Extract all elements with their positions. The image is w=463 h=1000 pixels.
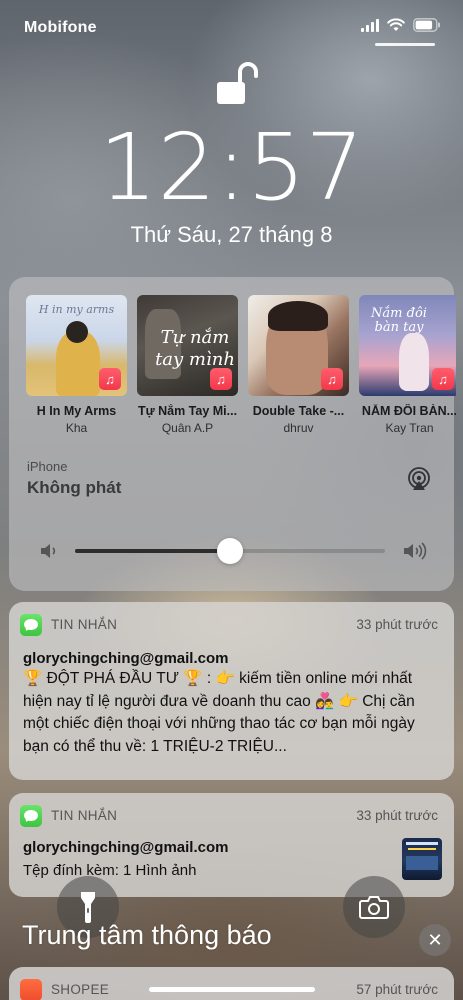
camera-button[interactable] [343, 876, 405, 938]
signal-icon [361, 18, 379, 32]
volume-slider-fill [75, 549, 230, 553]
notification-time: 33 phút trước [356, 617, 438, 632]
album-item[interactable]: ♫ Double Take -... dhruv [248, 295, 349, 435]
notification-header: TIN NHẮN 33 phút trước [20, 805, 438, 827]
messages-app-icon [20, 805, 42, 827]
apple-music-icon: ♫ [210, 368, 232, 390]
album-cover[interactable]: Tự nắm tay mình ♫ [137, 295, 238, 396]
battery-icon [413, 18, 440, 32]
lock-open-icon [217, 62, 258, 104]
album-title: Tự Nắm Tay Mi... [137, 404, 238, 418]
album-artist: dhruv [283, 421, 314, 435]
shopee-app-icon [20, 979, 42, 1000]
notification-app-name: TIN NHẮN [51, 808, 118, 823]
volume-slider[interactable] [75, 538, 385, 564]
lock-clock: 12:57 [98, 114, 365, 221]
wifi-icon [387, 18, 405, 31]
album-cover-text: H in my arms [38, 303, 115, 316]
notification-body: 🏆 ĐỘT PHÁ ĐẦU TƯ 🏆 : 👉 kiếm tiền online … [23, 670, 415, 755]
lock-date: Thứ Sáu, 27 tháng 8 [130, 222, 333, 247]
album-artist: Quân A.P [161, 421, 214, 435]
control-center-indicator[interactable] [375, 43, 435, 46]
album-title: H In My Arms [36, 404, 117, 418]
notification-app-name: TIN NHẮN [51, 617, 118, 632]
attachment-thumbnail [402, 838, 442, 880]
music-widget: H in my arms ♫ H In My Arms Kha Tự nắm t… [9, 277, 456, 591]
flashlight-icon [81, 892, 95, 923]
shopee-notification[interactable]: SHOPEE 57 phút trước [9, 967, 454, 1000]
status-icons [361, 18, 441, 32]
apple-music-icon: ♫ [432, 368, 454, 390]
notification-time: 57 phút trước [356, 982, 438, 997]
carrier-name: Mobifone [24, 19, 97, 36]
album-artist: Kay Tran [385, 421, 434, 435]
volume-slider-thumb[interactable] [217, 538, 243, 564]
volume-low-icon [41, 544, 56, 558]
album-cover[interactable]: ♫ [248, 295, 349, 396]
apple-music-icon: ♫ [99, 368, 121, 390]
notification-center-title: Trung tâm thông báo [22, 920, 272, 950]
volume-control [39, 537, 429, 565]
album-item[interactable]: Nắm đôi bàn tay ♫ NẮM ĐÔI BÀN... Kay Tra… [359, 295, 456, 435]
album-cover[interactable]: H in my arms ♫ [26, 295, 127, 396]
album-title: NẮM ĐÔI BÀN... [361, 404, 456, 418]
messages-app-icon [20, 614, 42, 636]
recently-played-albums[interactable]: H in my arms ♫ H In My Arms Kha Tự nắm t… [26, 295, 456, 435]
volume-high-icon [404, 542, 427, 560]
camera-icon [359, 896, 389, 919]
album-item[interactable]: Tự nắm tay mình ♫ Tự Nắm Tay Mi... Quân … [137, 295, 238, 435]
message-notification[interactable]: TIN NHẮN 33 phút trước glorychingching@g… [9, 602, 454, 780]
album-title: Double Take -... [252, 404, 345, 418]
playback-state: Không phát [27, 478, 122, 497]
notification-time: 33 phút trước [356, 808, 438, 823]
album-artist: Kha [65, 421, 88, 435]
clear-notifications-button[interactable]: ✕ [419, 924, 451, 956]
album-cover-text: Nắm đôi bàn tay [371, 306, 427, 335]
home-indicator[interactable] [149, 987, 315, 992]
output-device-label: iPhone [27, 459, 68, 474]
album-item[interactable]: H in my arms ♫ H In My Arms Kha [26, 295, 127, 435]
album-cover[interactable]: Nắm đôi bàn tay ♫ [359, 295, 456, 396]
notification-header: TIN NHẮN 33 phút trước [20, 614, 438, 636]
airplay-audio-icon[interactable] [406, 466, 432, 492]
notification-sender: glorychingching@gmail.com [23, 839, 229, 856]
album-cover-text: Tự nắm tay mình [155, 327, 235, 370]
close-icon: ✕ [427, 929, 443, 950]
notification-app-name: SHOPEE [51, 982, 110, 997]
notification-sender: glorychingching@gmail.com [23, 650, 229, 667]
apple-music-icon: ♫ [321, 368, 343, 390]
status-bar: Mobifone [0, 0, 463, 52]
